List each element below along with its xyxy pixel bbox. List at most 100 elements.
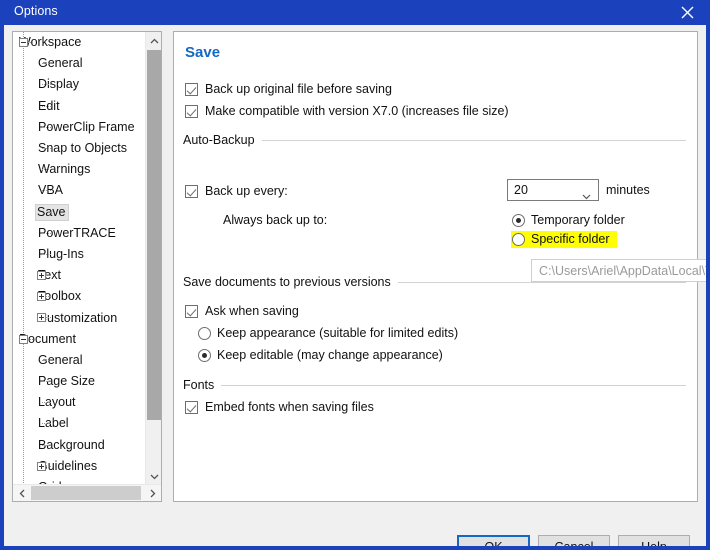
collapse-icon[interactable] — [19, 334, 28, 344]
page-title: Save — [185, 44, 221, 61]
sidebar-item-powertrace[interactable]: PowerTRACE — [13, 223, 146, 244]
expand-icon[interactable] — [37, 313, 46, 323]
tree-connector-dash — [42, 63, 51, 65]
fonts-group-label: Fonts — [183, 378, 215, 392]
tree-connector-dash — [42, 84, 51, 86]
tree-connector-dash — [42, 190, 51, 192]
temporary-folder-radio[interactable] — [512, 213, 525, 227]
tree-connector-dash — [42, 402, 51, 404]
ok-button[interactable]: OK — [457, 535, 530, 546]
sidebar-item-workspace[interactable]: Workspace — [13, 32, 146, 53]
expand-icon[interactable] — [37, 461, 46, 471]
make-compatible-checkbox[interactable] — [185, 104, 198, 118]
sidebar-item-warnings[interactable]: Warnings — [13, 159, 146, 180]
minutes-combobox[interactable]: 20 — [507, 179, 599, 201]
sidebar-item-label: Label — [38, 416, 69, 431]
chevron-down-icon — [582, 194, 591, 200]
sidebar-item-toolbox[interactable]: Toolbox — [13, 286, 146, 307]
scroll-left-button[interactable] — [13, 485, 30, 501]
minutes-value: 20 — [514, 183, 528, 197]
sidebar-item-save[interactable]: Save — [13, 202, 146, 223]
backup-original-label: Back up original file before saving — [205, 82, 392, 96]
options-tree-panel: Workspace General Display Edit PowerClip Fra… — [12, 31, 162, 502]
keep-appearance-label: Keep appearance (suitable for limited ed… — [217, 326, 459, 340]
sidebar-item-general[interactable]: General — [13, 350, 146, 371]
keep-editable-label: Keep editable (may change appearance) — [217, 348, 443, 362]
embed-fonts-label: Embed fonts when saving files — [205, 400, 374, 414]
tree-scroll-thumb[interactable] — [147, 50, 161, 420]
temporary-folder-row[interactable]: Temporary folder — [512, 213, 625, 227]
keep-appearance-radio[interactable] — [198, 326, 211, 340]
collapse-icon[interactable] — [19, 38, 28, 47]
ask-when-saving-label: Ask when saving — [205, 304, 299, 318]
sidebar-item-snap-to-objects[interactable]: Snap to Objects — [13, 138, 146, 159]
sidebar-item-background[interactable]: Background — [13, 435, 146, 456]
sidebar-item-text[interactable]: Text — [13, 265, 146, 286]
sidebar-item-edit[interactable]: Edit — [13, 96, 146, 117]
expand-icon[interactable] — [37, 271, 46, 281]
sidebar-item-powerclip-frame[interactable]: PowerClip Frame — [13, 117, 146, 138]
sidebar-item-vba[interactable]: VBA — [13, 180, 146, 201]
embed-fonts-row[interactable]: Embed fonts when saving files — [185, 400, 374, 414]
sidebar-item-document[interactable]: Document — [13, 329, 146, 350]
cancel-button[interactable]: Cancel — [538, 535, 610, 546]
tree-connector-dash — [42, 232, 51, 234]
tree-connector-dash — [42, 253, 51, 255]
specific-folder-label: Specific folder — [531, 232, 610, 246]
minutes-unit-label: minutes — [606, 183, 650, 197]
group-divider — [221, 384, 686, 386]
sidebar-item-layout[interactable]: Layout — [13, 392, 146, 413]
save-options-panel: Save Back up original file before saving… — [173, 31, 706, 502]
sidebar-item-guidelines[interactable]: Guidelines — [13, 456, 146, 477]
ask-when-saving-row[interactable]: Ask when saving — [185, 304, 299, 318]
sidebar-item-general[interactable]: General — [13, 53, 146, 74]
keep-editable-row[interactable]: Keep editable (may change appearance) — [198, 348, 443, 362]
sidebar-item-label[interactable]: Label — [13, 413, 146, 434]
scroll-down-button[interactable] — [146, 468, 161, 485]
tree-vertical-scrollbar[interactable] — [145, 32, 161, 485]
tree-connector-dash — [42, 105, 51, 107]
keep-editable-radio[interactable] — [198, 348, 211, 362]
close-button[interactable] — [664, 0, 706, 25]
help-button[interactable]: Help — [618, 535, 690, 546]
options-dialog: Options Workspace General Display Edit Power… — [0, 0, 710, 550]
backup-original-checkbox[interactable] — [185, 82, 198, 96]
make-compatible-label: Make compatible with version X7.0 (incre… — [205, 104, 509, 118]
tree-scroll-area: Workspace General Display Edit PowerClip Fra… — [13, 32, 146, 485]
tree-connector-dash — [42, 169, 51, 171]
tree-hscroll-thumb[interactable] — [31, 486, 141, 500]
minutes-dropdown-arrow[interactable] — [582, 187, 591, 205]
tree-connector-dash — [42, 147, 51, 149]
sidebar-item-customization[interactable]: Customization — [13, 307, 146, 328]
sidebar-item-page-size[interactable]: Page Size — [13, 371, 146, 392]
chevron-right-icon — [150, 489, 155, 497]
sidebar-item-display[interactable]: Display — [13, 74, 146, 95]
tree-connector-dash — [42, 381, 51, 382]
group-divider — [397, 281, 686, 283]
always-back-up-to-label: Always back up to: — [223, 213, 328, 227]
chevron-up-icon — [150, 38, 158, 43]
previous-versions-group-header: Save documents to previous versions — [183, 275, 686, 289]
back-up-every-row[interactable]: Back up every: — [185, 184, 288, 198]
keep-appearance-row[interactable]: Keep appearance (suitable for limited ed… — [198, 326, 458, 340]
scroll-right-button[interactable] — [144, 485, 161, 501]
title-bar: Options — [4, 0, 706, 25]
embed-fonts-checkbox[interactable] — [185, 400, 198, 414]
expand-icon[interactable] — [37, 292, 46, 302]
scroll-up-button[interactable] — [146, 32, 161, 49]
tree-connector-dash — [42, 126, 51, 128]
group-divider — [261, 139, 686, 141]
back-up-every-checkbox[interactable] — [185, 184, 198, 198]
specific-folder-radio[interactable] — [512, 232, 525, 246]
ask-when-saving-checkbox[interactable] — [185, 304, 198, 318]
sidebar-item-plug-ins[interactable]: Plug-Ins — [13, 244, 146, 265]
chevron-left-icon — [19, 489, 24, 497]
tree-horizontal-scrollbar[interactable] — [13, 484, 161, 501]
auto-backup-group-header: Auto-Backup — [183, 133, 686, 147]
specific-folder-row[interactable]: Specific folder — [512, 232, 610, 246]
backup-original-row[interactable]: Back up original file before saving — [185, 82, 392, 96]
auto-backup-group-label: Auto-Backup — [183, 133, 255, 147]
temporary-folder-label: Temporary folder — [531, 213, 625, 227]
sidebar-item-label: Save — [35, 203, 69, 221]
make-compatible-row[interactable]: Make compatible with version X7.0 (incre… — [185, 104, 509, 118]
